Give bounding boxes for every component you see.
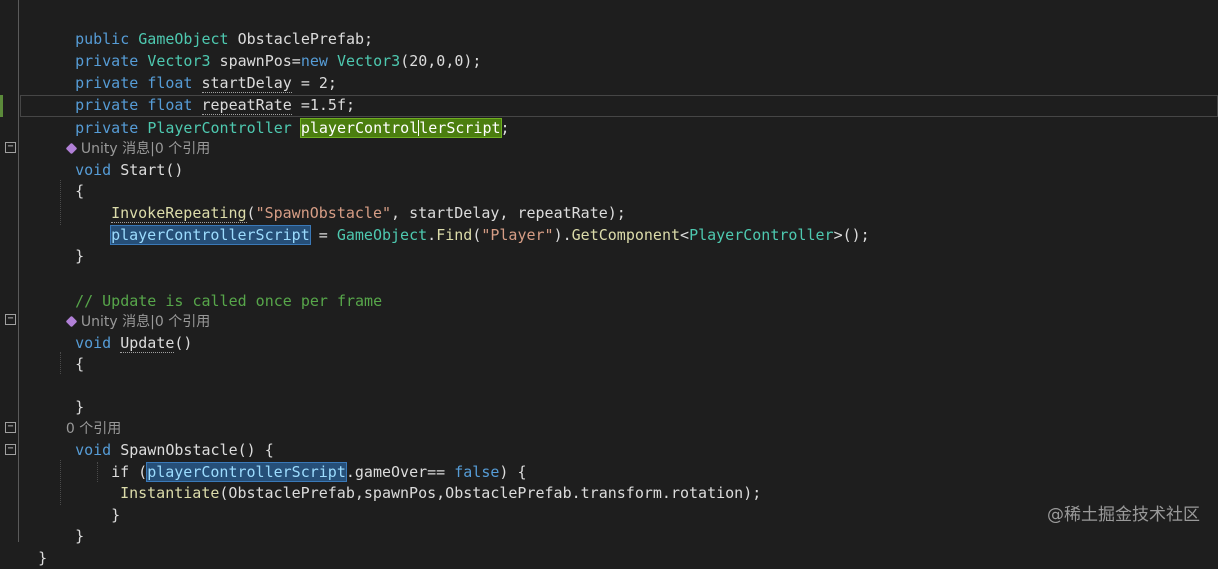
code-line[interactable]: // Update is called once per frame	[57, 268, 382, 310]
code-text: ()	[165, 161, 184, 179]
code-line-current[interactable]: private PlayerController playerControlle…	[57, 95, 510, 138]
method-call: Instantiate	[120, 484, 220, 502]
brace: }	[111, 506, 121, 524]
brace: }	[75, 247, 85, 265]
code-text: ).	[553, 226, 572, 244]
code-text: (	[472, 226, 482, 244]
indent-guide	[60, 460, 61, 505]
change-marker	[0, 95, 3, 117]
type-name: Vector3	[336, 52, 401, 70]
codelens[interactable]: Unity 消息|0 个引用	[57, 289, 210, 330]
code-text: ;	[500, 119, 510, 137]
collapse-spawn-icon[interactable]: −	[5, 422, 16, 433]
code-text: =	[309, 226, 337, 244]
code-line[interactable]: void Update()	[57, 310, 192, 353]
collapse-if-icon[interactable]: −	[5, 444, 16, 455]
code-line[interactable]: {	[57, 158, 84, 200]
brace: }	[38, 549, 48, 567]
code-line[interactable]: }	[20, 525, 47, 567]
code-text: ()	[174, 334, 193, 352]
method-name: Update	[120, 334, 175, 353]
code-line[interactable]: private float repeatRate =1.5f;	[57, 72, 355, 115]
brace: {	[75, 355, 85, 373]
collapse-update-icon[interactable]: −	[5, 314, 16, 325]
code-line[interactable]: }	[57, 374, 84, 416]
watermark: @稀土掘金技术社区	[1047, 505, 1200, 525]
code-line[interactable]: if (playerControllerScript.gameOver== fa…	[93, 439, 527, 482]
highlighted-identifier: playerControllerScript	[110, 225, 311, 245]
brace: {	[75, 182, 85, 200]
type-name: PlayerController	[689, 226, 834, 244]
brace: }	[75, 527, 85, 545]
code-text: (ObstaclePrefab,spawnPos,ObstaclePrefab.…	[219, 484, 762, 502]
method-call: Find	[436, 226, 473, 244]
collapse-start-icon[interactable]: −	[5, 142, 16, 153]
identifier-part: playerControl	[300, 119, 419, 137]
code-line[interactable]: private Vector3 spawnPos=new Vector3(20,…	[57, 28, 481, 70]
code-line[interactable]: {	[57, 331, 84, 373]
code-line[interactable]: public GameObject ObstaclePrefab;	[57, 6, 373, 48]
code-line[interactable]: private float startDelay = 2;	[57, 50, 337, 93]
highlighted-identifier: playerControllerScript	[299, 118, 502, 138]
method-call: GetComponent	[571, 226, 681, 244]
code-text: (20,0,0);	[400, 52, 482, 70]
identifier-part: lerScript	[419, 119, 501, 137]
code-line[interactable]: InvokeRepeating("SpawnObstacle", startDe…	[93, 180, 626, 223]
code-line[interactable]: playerControllerScript = GameObject.Find…	[93, 202, 870, 245]
outline-bar	[18, 0, 19, 542]
code-text: >();	[833, 226, 870, 244]
code-line[interactable]: }	[93, 482, 120, 524]
codelens[interactable]: Unity 消息|0 个引用	[57, 116, 210, 157]
code-text: .	[427, 226, 437, 244]
code-line[interactable]: }	[57, 223, 84, 265]
type-name: GameObject	[336, 226, 428, 244]
codelens[interactable]: 0 个引用	[57, 396, 121, 437]
string-literal: "Player"	[481, 226, 554, 244]
code-line[interactable]: Instantiate(ObstaclePrefab,spawnPos,Obst…	[102, 460, 761, 502]
code-text: <	[680, 226, 690, 244]
code-line[interactable]: void Start()	[57, 137, 183, 179]
editor-gutter	[0, 0, 20, 542]
code-line[interactable]: void SpawnObstacle() {	[57, 417, 274, 459]
method-name: Start	[120, 161, 166, 179]
code-line[interactable]: }	[57, 503, 84, 545]
